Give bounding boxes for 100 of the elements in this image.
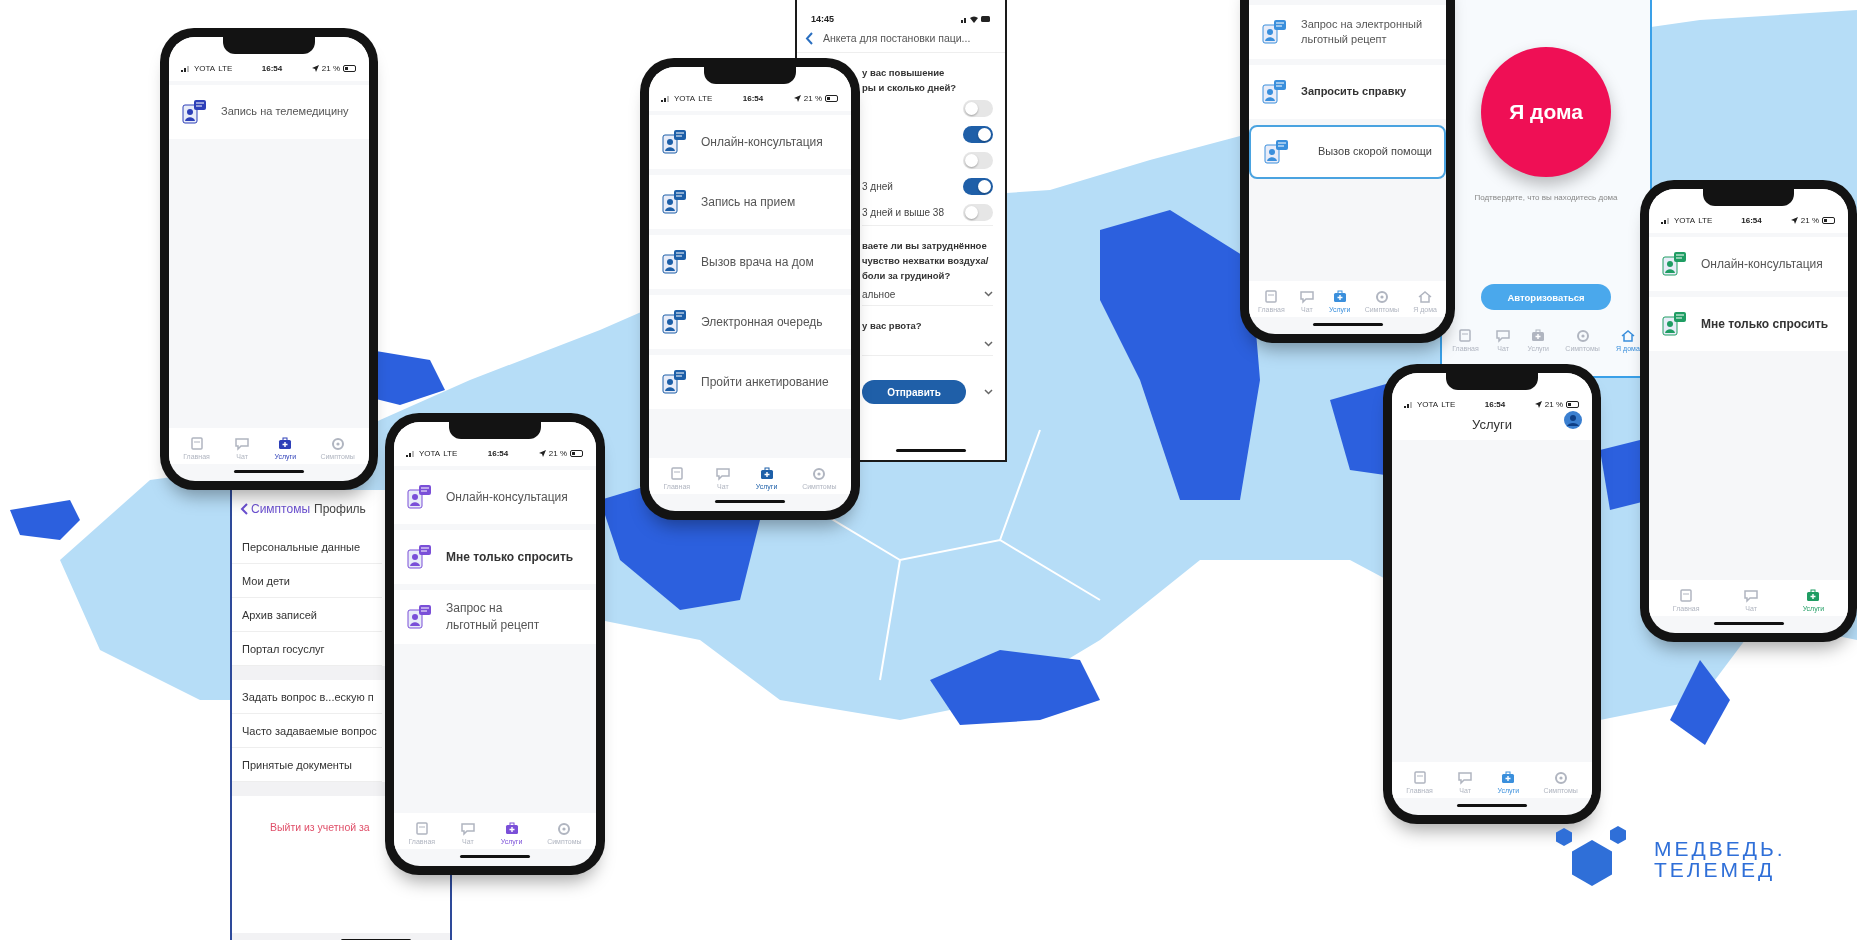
- service-item[interactable]: Запись на прием: [649, 175, 851, 229]
- login-button[interactable]: Авторизоваться: [1481, 284, 1611, 310]
- chevron-icon: [240, 503, 248, 515]
- battery-percent: 21 %: [1800, 216, 1819, 225]
- person-card-icon: [1261, 79, 1287, 105]
- status-time: 16:54: [1484, 400, 1506, 409]
- chevron-down-icon[interactable]: [984, 389, 993, 395]
- gear-icon: [1574, 328, 1591, 343]
- document-icon: [668, 466, 685, 481]
- service-item[interactable]: Запросить справку: [1249, 65, 1446, 119]
- service-item[interactable]: Онлайн-консультация: [1649, 237, 1848, 291]
- menu-item[interactable]: Архив записей: [232, 598, 382, 632]
- hint-text: Подтвердите, что вы находитесь дома: [1474, 193, 1618, 202]
- screen-title: Услуги: [1472, 417, 1512, 432]
- chat-icon: [1457, 770, 1474, 785]
- service-item[interactable]: Онлайн-консультация: [649, 115, 851, 169]
- location-icon: [1790, 217, 1798, 224]
- toggle-switch[interactable]: [963, 125, 993, 143]
- avatar-icon[interactable]: [1564, 411, 1582, 429]
- chevron-down-icon[interactable]: [984, 291, 993, 297]
- service-item[interactable]: Электронная очередь: [649, 295, 851, 349]
- signal-icon: [1404, 401, 1414, 408]
- menu-item[interactable]: Портал госуслуг: [232, 632, 382, 666]
- gear-icon: [811, 466, 828, 481]
- home-indicator: [460, 855, 530, 858]
- person-card-icon: [661, 129, 687, 155]
- signal-icon: [406, 450, 416, 457]
- status-time: 14:45: [811, 14, 835, 24]
- option-label: 3 дней и выше 38: [862, 206, 944, 218]
- battery-icon: [1822, 217, 1836, 224]
- home-confirm-button[interactable]: Я дома: [1481, 47, 1611, 177]
- screen-title: Анкета для постановки паци...: [823, 32, 971, 44]
- home-indicator: [715, 500, 785, 503]
- person-card-icon: [406, 544, 432, 570]
- service-item[interactable]: Запрос на льготный рецепт: [394, 590, 596, 644]
- document-icon: [188, 436, 205, 451]
- signal-icon: [661, 95, 671, 102]
- submit-button[interactable]: Отправить: [862, 380, 966, 404]
- home-indicator: [1457, 804, 1527, 807]
- option-label: 3 дней: [862, 180, 893, 192]
- person-card-icon: [661, 309, 687, 335]
- briefcase-icon: [758, 466, 775, 481]
- battery-percent: 21 %: [1544, 400, 1563, 409]
- person-card-icon: [661, 189, 687, 215]
- back-button[interactable]: Симптомы: [240, 502, 311, 516]
- question-text: боли за грудиной?: [862, 269, 952, 283]
- briefcase-icon: [1805, 588, 1822, 603]
- document-icon: [413, 821, 430, 836]
- chat-icon: [459, 821, 476, 836]
- carrier-name: YOTA: [1674, 216, 1696, 225]
- signal-icon: [181, 65, 191, 72]
- service-item[interactable]: Мне только спросить: [1649, 297, 1848, 351]
- briefcase-icon: [1500, 770, 1517, 785]
- document-icon: [1263, 289, 1280, 304]
- person-card-icon: [1263, 139, 1289, 165]
- back-icon[interactable]: [805, 31, 813, 45]
- person-card-icon: [1661, 311, 1687, 337]
- network-type: LTE: [1441, 400, 1456, 409]
- service-item[interactable]: Вызов врача на дом: [649, 235, 851, 289]
- service-item[interactable]: Вызов скорой помощи: [1249, 125, 1446, 179]
- carrier-name: YOTA: [1417, 400, 1439, 409]
- status-time: 16:54: [1741, 216, 1762, 225]
- menu-item[interactable]: Персональные данные: [232, 530, 382, 564]
- menu-item[interactable]: Задать вопрос в...ескую п: [232, 680, 382, 714]
- chat-icon: [1743, 588, 1760, 603]
- status-time: 16:54: [742, 94, 764, 103]
- menu-item[interactable]: Мои дети: [232, 564, 382, 598]
- network-type: LTE: [218, 64, 233, 73]
- document-icon: [1678, 588, 1695, 603]
- location-icon: [1534, 401, 1542, 408]
- question-text: у вас рвота?: [862, 319, 923, 333]
- home-indicator: [1713, 622, 1784, 625]
- menu-item[interactable]: Часто задаваемые вопрос: [232, 714, 382, 748]
- select-value[interactable]: альное: [862, 288, 896, 300]
- service-item[interactable]: Мне только спросить: [394, 530, 596, 584]
- house-icon: [1619, 328, 1636, 343]
- logo-text: ТЕЛЕМЕД: [1654, 859, 1776, 880]
- service-item[interactable]: Пройти анкетирование: [649, 355, 851, 409]
- battery-percent: 21 %: [548, 449, 567, 458]
- carrier-name: YOTA: [419, 449, 441, 458]
- battery-icon: [825, 95, 839, 102]
- document-icon: [1411, 770, 1428, 785]
- toggle-switch[interactable]: [963, 203, 993, 221]
- battery-icon: [1566, 401, 1580, 408]
- chevron-down-icon[interactable]: [984, 341, 993, 347]
- network-type: LTE: [698, 94, 713, 103]
- menu-item[interactable]: Принятые документы: [232, 748, 382, 782]
- question-text: ваете ли вы затруднённое: [862, 239, 988, 253]
- question-text: ры и сколько дней?: [862, 81, 958, 95]
- briefcase-icon: [1331, 289, 1348, 304]
- service-item[interactable]: Запись на телемедицину: [169, 85, 369, 139]
- logo-text: МЕДВЕДЬ.: [1654, 838, 1786, 859]
- toggle-switch[interactable]: [963, 177, 993, 195]
- service-item[interactable]: Запрос на электронный льготный рецепт: [1249, 5, 1446, 59]
- gear-icon: [329, 436, 346, 451]
- network-type: LTE: [443, 449, 458, 458]
- toggle-switch[interactable]: [963, 99, 993, 117]
- toggle-switch[interactable]: [963, 151, 993, 169]
- service-item[interactable]: Онлайн-консультация: [394, 470, 596, 524]
- chat-icon: [1298, 289, 1315, 304]
